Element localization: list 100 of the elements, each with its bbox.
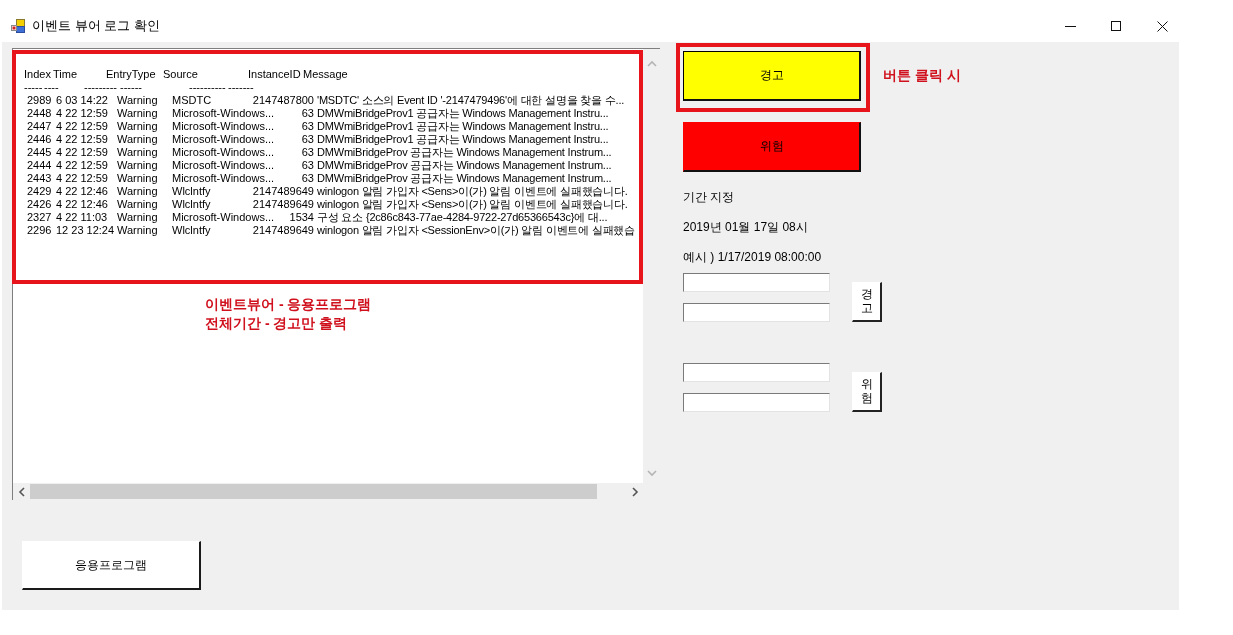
event-instance-id: 1534 xyxy=(289,211,314,224)
event-time: 4 22 12:59 xyxy=(56,146,108,159)
header-underline: ------ xyxy=(120,81,142,94)
event-index: 2989 xyxy=(27,94,52,107)
event-entry-type: Warning xyxy=(117,120,158,133)
event-index: 2327 xyxy=(27,211,52,224)
maximize-icon xyxy=(1111,21,1121,31)
chevron-right-icon[interactable] xyxy=(630,486,639,497)
event-index: 2444 xyxy=(27,159,52,172)
event-index: 2446 xyxy=(27,133,52,146)
header-underline: ---- xyxy=(44,81,59,94)
annotation-text: 전체기간 - 경고만 출력 xyxy=(205,314,349,333)
event-time: 4 22 12:59 xyxy=(56,120,108,133)
level-button[interactable]: 위험 xyxy=(683,122,861,172)
event-source: Wlclntfy xyxy=(172,198,211,211)
event-entry-type: Warning xyxy=(117,94,158,107)
event-time: 12 23 12:24 xyxy=(56,224,115,237)
event-message: 구성 요소 {2c86c843-77ae-4284-9722-27d65366543c}에 대... xyxy=(317,211,608,224)
event-message: winlogon 알림 가입자 <Sens>이(가) 알림 이벤트에 실패했습니다. xyxy=(317,198,628,211)
event-index: 2443 xyxy=(27,172,52,185)
end-date-field[interactable] xyxy=(683,303,830,322)
start-date-field[interactable] xyxy=(683,273,830,292)
column-header: Time xyxy=(53,68,78,81)
event-message: 'MSDTC' 소스의 Event ID '-2147479496'에 대한 설명을 찾을 수... xyxy=(317,94,625,107)
period-label: 기간 지정 xyxy=(683,190,735,204)
annotation-text: 이벤트뷰어 - 응용프로그램 xyxy=(205,295,372,314)
event-index: 2448 xyxy=(27,107,52,120)
event-message: DMWmiBridgeProv1 공급자는 Windows Management Instru... xyxy=(317,133,609,146)
event-instance-id: 2147489649 xyxy=(252,185,314,198)
event-index: 2296 xyxy=(27,224,52,237)
event-entry-type: Warning xyxy=(117,107,158,120)
event-time: 4 22 11:03 xyxy=(56,211,108,224)
event-source: Microsoft-Windows... xyxy=(172,211,275,224)
event-message: DMWmiBridgeProv1 공급자는 Windows Management Instru... xyxy=(317,107,609,120)
end-date-field[interactable] xyxy=(683,393,830,412)
event-message: DMWmiBridgeProv 공급자는 Windows Management Instrum... xyxy=(317,172,612,185)
event-entry-type: Warning xyxy=(117,146,158,159)
event-source: Microsoft-Windows... xyxy=(172,107,275,120)
annotation-text: 버튼 클릭 시 xyxy=(883,67,961,85)
minimize-icon xyxy=(1064,25,1076,27)
event-source: MSDTC xyxy=(172,94,212,107)
event-source: Microsoft-Windows... xyxy=(172,172,275,185)
event-instance-id: 2147489649 xyxy=(252,224,314,237)
header-underline: ----- xyxy=(24,81,43,94)
event-entry-type: Warning xyxy=(117,224,158,237)
date-text: 2019년 01월 17일 08시 xyxy=(683,220,808,234)
chevron-left-icon[interactable] xyxy=(17,486,26,497)
event-source: Wlclntfy xyxy=(172,224,211,237)
event-instance-id: 63 xyxy=(301,120,314,133)
event-index: 2426 xyxy=(27,198,52,211)
event-entry-type: Warning xyxy=(117,211,158,224)
event-message: winlogon 알림 가입자 <Sens>이(가) 알림 이벤트에 실패했습니다. xyxy=(317,185,628,198)
event-entry-type: Warning xyxy=(117,133,158,146)
column-header: InstanceID xyxy=(248,68,301,81)
event-entry-type: Warning xyxy=(117,172,158,185)
event-entry-type: Warning xyxy=(117,185,158,198)
event-time: 4 22 12:59 xyxy=(56,172,108,185)
event-source: Microsoft-Windows... xyxy=(172,120,275,133)
range-search-button[interactable]: 위험 xyxy=(852,372,882,412)
event-instance-id: 63 xyxy=(301,133,314,146)
header-underline: ---------- xyxy=(189,81,226,94)
header-underline: ------- xyxy=(228,81,254,94)
event-message: DMWmiBridgeProv 공급자는 Windows Management Instrum... xyxy=(317,146,612,159)
event-instance-id: 63 xyxy=(301,172,314,185)
event-entry-type: Warning xyxy=(117,159,158,172)
header-underline: --------- xyxy=(84,81,117,94)
start-date-field[interactable] xyxy=(683,363,830,382)
event-source: Wlclntfy xyxy=(172,185,211,198)
column-header: Source xyxy=(163,68,198,81)
column-header: Message xyxy=(303,68,348,81)
scrollbar-thumb[interactable] xyxy=(30,484,597,499)
event-message: winlogon 알림 가입자 <SessionEnv>이(가) 알림 이벤트에 실패했습 xyxy=(317,224,636,237)
application-button[interactable]: 응용프로그램 xyxy=(22,541,201,590)
event-instance-id: 2147487800 xyxy=(252,94,314,107)
column-header: EntryType xyxy=(106,68,156,81)
level-button[interactable]: 경고 xyxy=(683,51,861,101)
event-instance-id: 63 xyxy=(301,159,314,172)
event-time: 4 22 12:46 xyxy=(56,198,108,211)
event-time: 4 22 12:46 xyxy=(56,185,108,198)
event-source: Microsoft-Windows... xyxy=(172,146,275,159)
event-entry-type: Warning xyxy=(117,198,158,211)
window-title: 이벤트 뷰어 로그 확인 xyxy=(32,17,160,35)
event-source: Microsoft-Windows... xyxy=(172,159,275,172)
horizontal-scrollbar[interactable] xyxy=(13,483,643,500)
event-index: 2429 xyxy=(27,185,52,198)
event-instance-id: 2147489649 xyxy=(252,198,314,211)
event-time: 4 22 12:59 xyxy=(56,159,108,172)
event-index: 2447 xyxy=(27,120,52,133)
example-text: 예시 ) 1/17/2019 08:00:00 xyxy=(683,250,822,264)
app-icon xyxy=(11,19,25,33)
event-message: DMWmiBridgeProv1 공급자는 Windows Management Instru... xyxy=(317,120,609,133)
event-time: 6 03 14:22 xyxy=(56,94,108,107)
range-search-button[interactable]: 경고 xyxy=(852,282,882,322)
event-source: Microsoft-Windows... xyxy=(172,133,275,146)
event-instance-id: 63 xyxy=(301,107,314,120)
event-time: 4 22 12:59 xyxy=(56,107,108,120)
close-icon xyxy=(1156,20,1168,32)
event-time: 4 22 12:59 xyxy=(56,133,108,146)
event-list[interactable] xyxy=(12,48,660,500)
column-header: Index xyxy=(24,68,51,81)
